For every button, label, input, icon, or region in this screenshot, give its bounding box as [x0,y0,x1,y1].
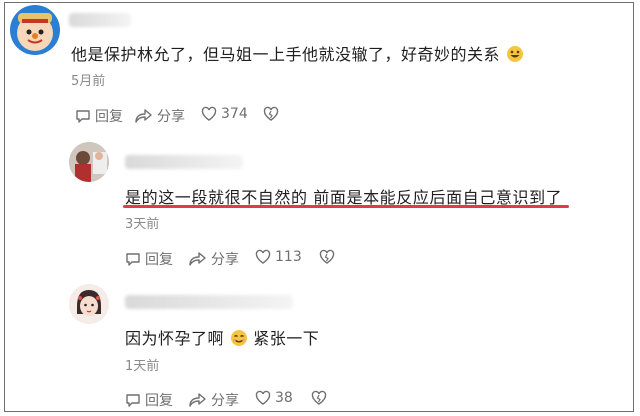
reply-icon [76,110,90,123]
like-icon [255,390,271,405]
dislike-button[interactable] [311,390,331,406]
reply-icon [126,394,140,407]
dislike-button[interactable] [263,106,283,122]
emoji-grin-icon [506,45,524,67]
comment-time: 5月前 [71,74,106,89]
like-icon [201,106,217,121]
share-icon [189,393,206,407]
reply-button[interactable]: 回复 [125,249,173,269]
like-button[interactable]: 38 [255,390,293,406]
like-count: 38 [275,390,293,406]
emoji-smile-icon [230,329,248,351]
dislike-button[interactable] [319,249,339,265]
comment-time: 3天前 [125,217,160,232]
dislike-icon [319,249,335,264]
share-icon [189,252,206,266]
comment-panel: 他是保护林允了，但马姐一上手他就没辙了，好奇妙的关系 5月前 回复 分享 374… [4,2,634,412]
username-blurred[interactable] [125,295,293,309]
like-button[interactable]: 374 [201,106,248,122]
dislike-icon [263,106,279,121]
comment-text: 因为怀孕了啊 紧张一下 [125,325,319,351]
reply-icon [126,253,140,266]
share-button[interactable]: 分享 [189,249,239,269]
username-blurred[interactable] [125,155,243,169]
avatar[interactable] [10,5,60,55]
share-button[interactable]: 分享 [189,390,239,410]
like-count: 374 [221,106,248,122]
reply-button[interactable]: 回复 [125,390,173,410]
avatar[interactable] [69,142,109,182]
username-blurred[interactable] [69,13,131,27]
highlight-underline [123,205,569,208]
like-button[interactable]: 113 [255,249,302,265]
like-icon [255,249,271,264]
dislike-icon [311,390,327,405]
share-button[interactable]: 分享 [135,106,185,126]
like-count: 113 [275,249,302,265]
share-icon [135,109,152,123]
reply-button[interactable]: 回复 [75,106,123,126]
avatar[interactable] [69,284,109,324]
comment-time: 1天前 [125,359,160,374]
comment-text: 他是保护林允了，但马姐一上手他就没辙了，好奇妙的关系 [71,41,524,67]
